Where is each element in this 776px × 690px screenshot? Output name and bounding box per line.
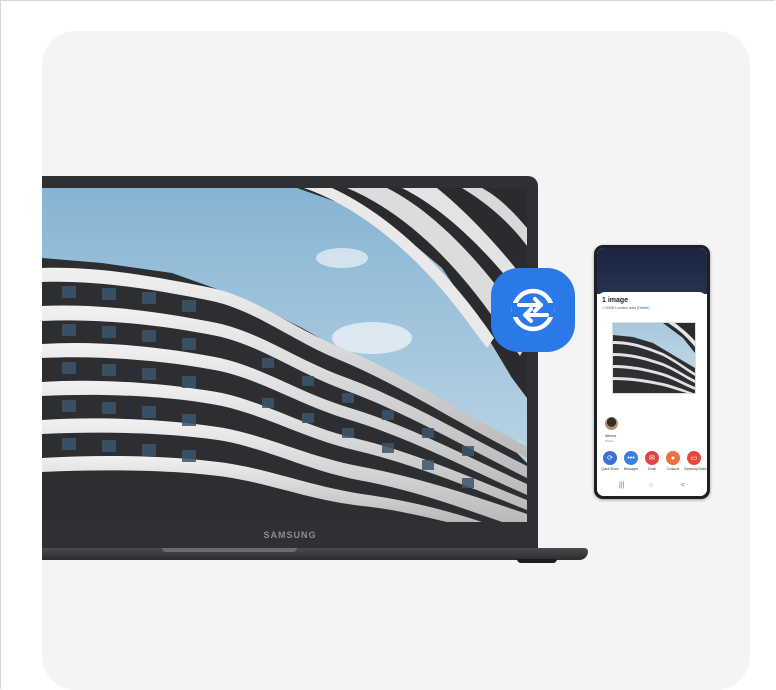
- share-app-messages[interactable]: ••• Messages: [621, 451, 641, 471]
- notes-icon: ▭: [687, 451, 701, 465]
- phone-nav-bar: ||| ○ <: [597, 482, 707, 494]
- contacts-icon: ●: [666, 451, 680, 465]
- delete-location-link[interactable]: (Delete): [637, 306, 649, 310]
- back-button[interactable]: <: [681, 482, 685, 489]
- share-sheet-title: 1 image: [602, 297, 629, 304]
- phone-wallpaper-top: [597, 248, 707, 294]
- share-app-label: Quick Share: [601, 467, 619, 471]
- share-sheet: 1 image 1.00MB Location data (Delete) At…: [597, 292, 707, 496]
- laptop-hinge: [162, 548, 297, 552]
- share-app-label: Email: [648, 467, 656, 471]
- building-wallpaper: [42, 188, 527, 522]
- hero-panel: SAMSUNG 1 image 1.00MB Location data (De…: [42, 31, 750, 690]
- messages-icon: •••: [624, 451, 638, 465]
- home-button[interactable]: ○: [649, 482, 653, 489]
- share-app-label: Contacts: [666, 467, 680, 471]
- share-app-quick-share[interactable]: ⟳ Quick Share: [600, 451, 620, 471]
- share-app-label: Samsung Notes: [684, 467, 707, 471]
- laptop-lid: SAMSUNG: [42, 176, 538, 552]
- contact-avatar[interactable]: [605, 417, 618, 430]
- share-sheet-subtitle: 1.00MB Location data (Delete): [602, 306, 650, 310]
- laptop-brand-logo: SAMSUNG: [263, 530, 317, 540]
- thumbnail-building: [613, 323, 695, 393]
- share-sheet-subtitle-text: 1.00MB Location data: [602, 306, 637, 310]
- quick-share-icon: [511, 288, 555, 332]
- phone-screen: 1 image 1.00MB Location data (Delete) At…: [597, 248, 707, 496]
- share-app-label: Messages: [623, 467, 639, 471]
- share-app-notes[interactable]: ▭ Samsung Notes: [684, 451, 707, 471]
- laptop-screen: [42, 188, 527, 522]
- quick-share-badge: [491, 268, 575, 352]
- share-app-row: ⟳ Quick Share ••• Messages ✉ Email ● Con…: [600, 451, 707, 475]
- share-app-contacts[interactable]: ● Contacts: [663, 451, 683, 471]
- contact-device: Phone: [605, 439, 614, 443]
- shared-image-thumbnail[interactable]: [612, 322, 696, 394]
- laptop-foot: [517, 559, 557, 563]
- quick-share-icon: ⟳: [603, 451, 617, 465]
- share-app-email[interactable]: ✉ Email: [642, 451, 662, 471]
- laptop-base: [42, 548, 588, 560]
- email-icon: ✉: [645, 451, 659, 465]
- recent-apps-button[interactable]: |||: [619, 482, 624, 489]
- smartphone: 1 image 1.00MB Location data (Delete) At…: [594, 245, 710, 499]
- contact-name: Athena: [605, 434, 617, 438]
